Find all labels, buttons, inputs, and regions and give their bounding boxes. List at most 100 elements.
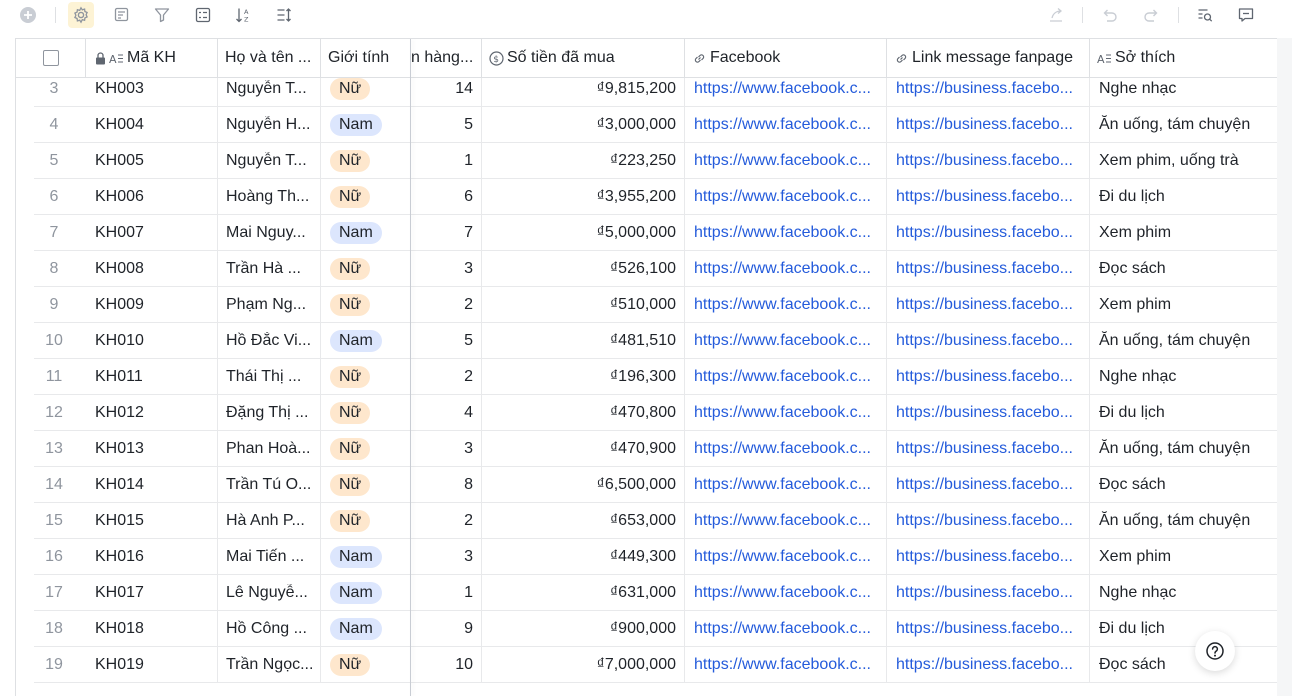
- customer-name-cell[interactable]: Trần Hà ...: [218, 251, 321, 287]
- fanpage-link[interactable]: https://business.facebo...: [896, 296, 1073, 314]
- fanpage-link[interactable]: https://business.facebo...: [896, 476, 1073, 494]
- facebook-link[interactable]: https://www.facebook.c...: [694, 584, 871, 602]
- orders-cell[interactable]: 5: [411, 323, 482, 359]
- hobby-cell[interactable]: Xem phim: [1090, 215, 1277, 251]
- hobby-cell[interactable]: Ăn uống, tám chuyện: [1090, 503, 1277, 539]
- gender-cell[interactable]: Nữ: [321, 647, 411, 683]
- undo-icon[interactable]: [1097, 2, 1123, 28]
- customer-id-cell[interactable]: KH012: [86, 395, 218, 431]
- customer-name-cell[interactable]: Nguyễn T...: [218, 78, 321, 107]
- table-row[interactable]: 3 KH003 Nguyễn T... Nữ 14 ₫9,815,200 https://w…: [16, 78, 1277, 107]
- customer-id-cell[interactable]: KH013: [86, 431, 218, 467]
- gender-cell[interactable]: Nữ: [321, 251, 411, 287]
- fanpage-link[interactable]: https://business.facebo...: [896, 548, 1073, 566]
- column-header-spent[interactable]: $ Số tiền đã mua: [482, 39, 685, 77]
- facebook-cell[interactable]: https://www.facebook.c...: [685, 359, 887, 395]
- comment-icon[interactable]: [1233, 2, 1259, 28]
- fanpage-cell[interactable]: https://business.facebo...: [887, 647, 1090, 683]
- customer-id-cell[interactable]: KH005: [86, 143, 218, 179]
- fanpage-cell[interactable]: https://business.facebo...: [887, 395, 1090, 431]
- fanpage-cell[interactable]: https://business.facebo...: [887, 467, 1090, 503]
- hobby-cell[interactable]: Ăn uống, tám chuyện: [1090, 431, 1277, 467]
- orders-cell[interactable]: 10: [411, 647, 482, 683]
- facebook-link[interactable]: https://www.facebook.c...: [694, 80, 871, 98]
- table-row[interactable]: 5 KH005 Nguyễn T... Nữ 1 ₫223,250 https://www.…: [16, 143, 1277, 179]
- customer-name-cell[interactable]: Nguyễn H...: [218, 107, 321, 143]
- spent-cell[interactable]: ₫470,900: [482, 431, 685, 467]
- spent-cell[interactable]: ₫3,000,000: [482, 107, 685, 143]
- spent-cell[interactable]: ₫3,955,200: [482, 179, 685, 215]
- gender-cell[interactable]: Nữ: [321, 431, 411, 467]
- customer-name-cell[interactable]: Mai Nguy...: [218, 215, 321, 251]
- add-circle-icon[interactable]: [15, 2, 41, 28]
- customer-name-cell[interactable]: Lê Nguyễ...: [218, 575, 321, 611]
- customer-name-cell[interactable]: Mai Tiến ...: [218, 539, 321, 575]
- facebook-link[interactable]: https://www.facebook.c...: [694, 116, 871, 134]
- fanpage-cell[interactable]: https://business.facebo...: [887, 251, 1090, 287]
- column-header-hobby[interactable]: A Sở thích: [1090, 39, 1277, 77]
- column-header-id[interactable]: A Mã KH: [86, 39, 218, 77]
- orders-cell[interactable]: 2: [411, 359, 482, 395]
- facebook-link[interactable]: https://www.facebook.c...: [694, 404, 871, 422]
- gender-cell[interactable]: Nữ: [321, 143, 411, 179]
- customer-name-cell[interactable]: Trần Tú O...: [218, 467, 321, 503]
- customer-id-cell[interactable]: KH019: [86, 647, 218, 683]
- hobby-cell[interactable]: Xem phim: [1090, 287, 1277, 323]
- orders-cell[interactable]: 3: [411, 251, 482, 287]
- orders-cell[interactable]: 2: [411, 503, 482, 539]
- facebook-link[interactable]: https://www.facebook.c...: [694, 260, 871, 278]
- column-header-facebook[interactable]: Facebook: [685, 39, 887, 77]
- customer-id-cell[interactable]: KH016: [86, 539, 218, 575]
- table-row[interactable]: 7 KH007 Mai Nguy... Nam 7 ₫5,000,000 https://w…: [16, 215, 1277, 251]
- gender-cell[interactable]: Nữ: [321, 78, 411, 107]
- redo-icon[interactable]: [1138, 2, 1164, 28]
- hobby-cell[interactable]: Đi du lịch: [1090, 179, 1277, 215]
- facebook-link[interactable]: https://www.facebook.c...: [694, 152, 871, 170]
- customer-name-cell[interactable]: Thái Thị ...: [218, 359, 321, 395]
- facebook-link[interactable]: https://www.facebook.c...: [694, 440, 871, 458]
- customer-id-cell[interactable]: KH014: [86, 467, 218, 503]
- table-row[interactable]: 9 KH009 Phạm Ng... Nữ 2 ₫510,000 https://www.f…: [16, 287, 1277, 323]
- table-row[interactable]: 17 KH017 Lê Nguyễ... Nam 1 ₫631,000 https://ww…: [16, 575, 1277, 611]
- facebook-cell[interactable]: https://www.facebook.c...: [685, 611, 887, 647]
- fanpage-link[interactable]: https://business.facebo...: [896, 620, 1073, 638]
- gender-cell[interactable]: Nam: [321, 107, 411, 143]
- fanpage-cell[interactable]: https://business.facebo...: [887, 107, 1090, 143]
- customer-name-cell[interactable]: Hoàng Th...: [218, 179, 321, 215]
- fanpage-cell[interactable]: https://business.facebo...: [887, 179, 1090, 215]
- spent-cell[interactable]: ₫510,000: [482, 287, 685, 323]
- fanpage-cell[interactable]: https://business.facebo...: [887, 575, 1090, 611]
- facebook-link[interactable]: https://www.facebook.c...: [694, 476, 871, 494]
- spent-cell[interactable]: ₫6,500,000: [482, 467, 685, 503]
- spent-cell[interactable]: ₫470,800: [482, 395, 685, 431]
- customer-id-cell[interactable]: KH007: [86, 215, 218, 251]
- facebook-link[interactable]: https://www.facebook.c...: [694, 332, 871, 350]
- spent-cell[interactable]: ₫9,815,200: [482, 78, 685, 107]
- spent-cell[interactable]: ₫7,000,000: [482, 647, 685, 683]
- settings-icon[interactable]: [68, 2, 94, 28]
- table-row[interactable]: 18 KH018 Hồ Công ... Nam 9 ₫900,000 https://ww…: [16, 611, 1277, 647]
- facebook-link[interactable]: https://www.facebook.c...: [694, 656, 871, 674]
- customer-id-cell[interactable]: KH008: [86, 251, 218, 287]
- facebook-link[interactable]: https://www.facebook.c...: [694, 224, 871, 242]
- fanpage-link[interactable]: https://business.facebo...: [896, 80, 1073, 98]
- customer-id-cell[interactable]: KH017: [86, 575, 218, 611]
- gender-cell[interactable]: Nữ: [321, 179, 411, 215]
- fanpage-link[interactable]: https://business.facebo...: [896, 188, 1073, 206]
- hobby-cell[interactable]: Nghe nhạc: [1090, 78, 1277, 107]
- table-row[interactable]: 14 KH014 Trần Tú O... Nữ 8 ₫6,500,000 https://…: [16, 467, 1277, 503]
- hobby-cell[interactable]: Đọc sách: [1090, 647, 1277, 683]
- facebook-cell[interactable]: https://www.facebook.c...: [685, 179, 887, 215]
- gender-cell[interactable]: Nữ: [321, 287, 411, 323]
- facebook-cell[interactable]: https://www.facebook.c...: [685, 287, 887, 323]
- spent-cell[interactable]: ₫526,100: [482, 251, 685, 287]
- fanpage-link[interactable]: https://business.facebo...: [896, 440, 1073, 458]
- table-row[interactable]: 4 KH004 Nguyễn H... Nam 5 ₫3,000,000 https://w…: [16, 107, 1277, 143]
- facebook-cell[interactable]: https://www.facebook.c...: [685, 251, 887, 287]
- table-row[interactable]: 15 KH015 Hà Anh P... Nữ 2 ₫653,000 https://www…: [16, 503, 1277, 539]
- column-header-name[interactable]: Họ và tên ...: [218, 39, 321, 77]
- gender-cell[interactable]: Nam: [321, 575, 411, 611]
- fanpage-link[interactable]: https://business.facebo...: [896, 404, 1073, 422]
- customer-name-cell[interactable]: Nguyễn T...: [218, 143, 321, 179]
- hobby-cell[interactable]: Xem phim: [1090, 539, 1277, 575]
